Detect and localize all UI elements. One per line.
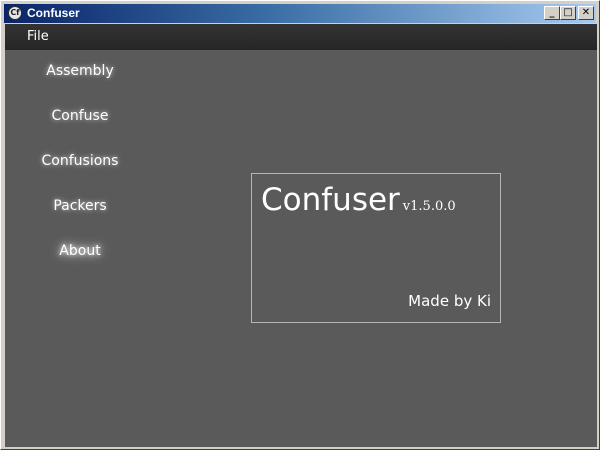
close-button[interactable]: ✕ — [578, 6, 594, 20]
menu-file[interactable]: File — [19, 24, 57, 49]
title-bar[interactable]: Cf Confuser _ □ ✕ — [4, 4, 596, 23]
confuser-app-icon[interactable]: Cf — [8, 6, 22, 20]
client-area: File Assembly Confuse Confusions Packers… — [5, 24, 597, 447]
product-name: Confuser — [261, 182, 400, 218]
main-window: Cf Confuser _ □ ✕ File Assembly Confuse … — [0, 0, 600, 450]
product-version: v1.5.0.0 — [402, 199, 456, 214]
window-title: Confuser — [27, 6, 80, 20]
nav-item-assembly[interactable]: Assembly — [19, 57, 141, 85]
author-credit: Made by Ki — [408, 292, 491, 310]
maximize-button[interactable]: □ — [560, 6, 576, 20]
nav-item-packers[interactable]: Packers — [19, 192, 141, 220]
about-panel: Confuser v1.5.0.0 Made by Ki — [251, 173, 501, 323]
menu-bar: File — [5, 24, 597, 50]
minimize-button[interactable]: _ — [544, 6, 560, 20]
nav-item-confuse[interactable]: Confuse — [19, 102, 141, 130]
nav-item-about[interactable]: About — [19, 237, 141, 265]
nav-item-confusions[interactable]: Confusions — [19, 147, 141, 175]
product-title: Confuser v1.5.0.0 — [261, 182, 456, 218]
